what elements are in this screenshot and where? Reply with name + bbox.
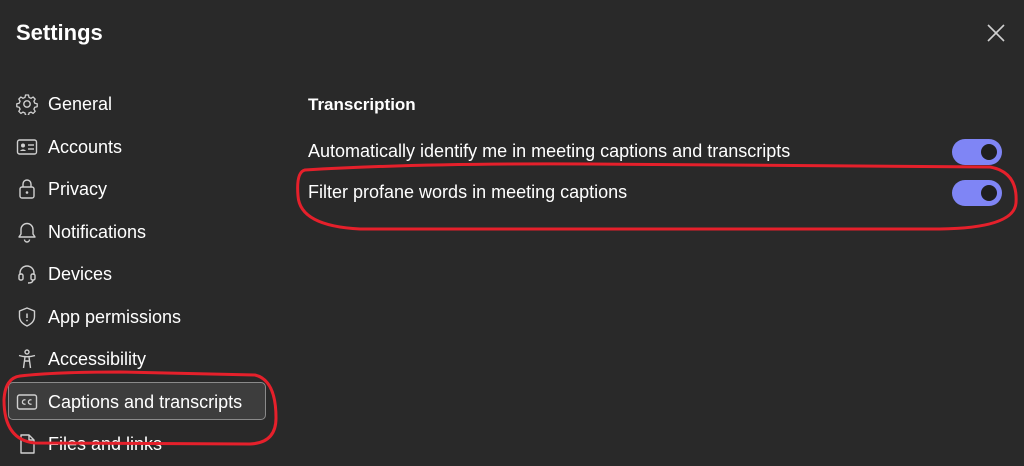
sidebar-item-general[interactable]: General [8, 84, 270, 122]
dialog-title: Settings [16, 20, 103, 45]
sidebar-item-privacy[interactable]: Privacy [8, 169, 270, 207]
toggle-knob [981, 185, 997, 201]
sidebar-item-notifications[interactable]: Notifications [8, 212, 270, 250]
sidebar-item-accessibility[interactable]: Accessibility [8, 339, 270, 377]
sidebar-item-label: Accounts [48, 136, 123, 157]
close-icon [987, 24, 1005, 42]
toggle-knob [981, 144, 997, 160]
sidebar-item-app-permissions[interactable]: App permissions [8, 297, 270, 335]
sidebar-item-accounts[interactable]: Accounts [8, 127, 270, 165]
sidebar-item-devices[interactable]: Devices [8, 254, 270, 292]
setting-filter-profane-words: Filter profane words in meeting captions [308, 176, 1008, 208]
sidebar-item-label: Notifications [48, 221, 147, 242]
lock-icon [19, 179, 35, 199]
file-icon [20, 434, 35, 454]
settings-sidebar: General Accounts Privacy Notifications D… [8, 84, 270, 459]
close-button[interactable] [983, 20, 1009, 46]
sidebar-item-files-and-links[interactable]: Files and links [8, 424, 270, 454]
setting-label: Automatically identify me in meeting cap… [308, 141, 791, 161]
sidebar-item-captions-and-transcripts[interactable]: Captions and transcripts [8, 381, 266, 420]
setting-auto-identify: Automatically identify me in meeting cap… [308, 135, 1008, 167]
auto-identify-toggle[interactable] [952, 139, 1002, 165]
headset-icon [18, 265, 36, 284]
sidebar-item-label: Accessibility [48, 349, 147, 369]
setting-label: Filter profane words in meeting captions [308, 182, 628, 202]
shield-icon [18, 306, 36, 327]
cc-icon [16, 393, 38, 410]
filter-profane-toggle[interactable] [952, 180, 1002, 206]
sidebar-item-label: Privacy [48, 179, 108, 199]
sidebar-item-label: Devices [48, 264, 113, 284]
gear-icon [16, 94, 38, 115]
sidebar-item-label: Files and links [48, 434, 163, 454]
sidebar-item-label: Captions and transcripts [48, 391, 243, 412]
section-title: Transcription [308, 95, 416, 114]
sidebar-item-label: App permissions [48, 306, 182, 327]
accessibility-icon [18, 349, 36, 369]
sidebar-item-label: General [48, 94, 113, 114]
id-card-icon [16, 138, 38, 155]
bell-icon [18, 222, 36, 243]
